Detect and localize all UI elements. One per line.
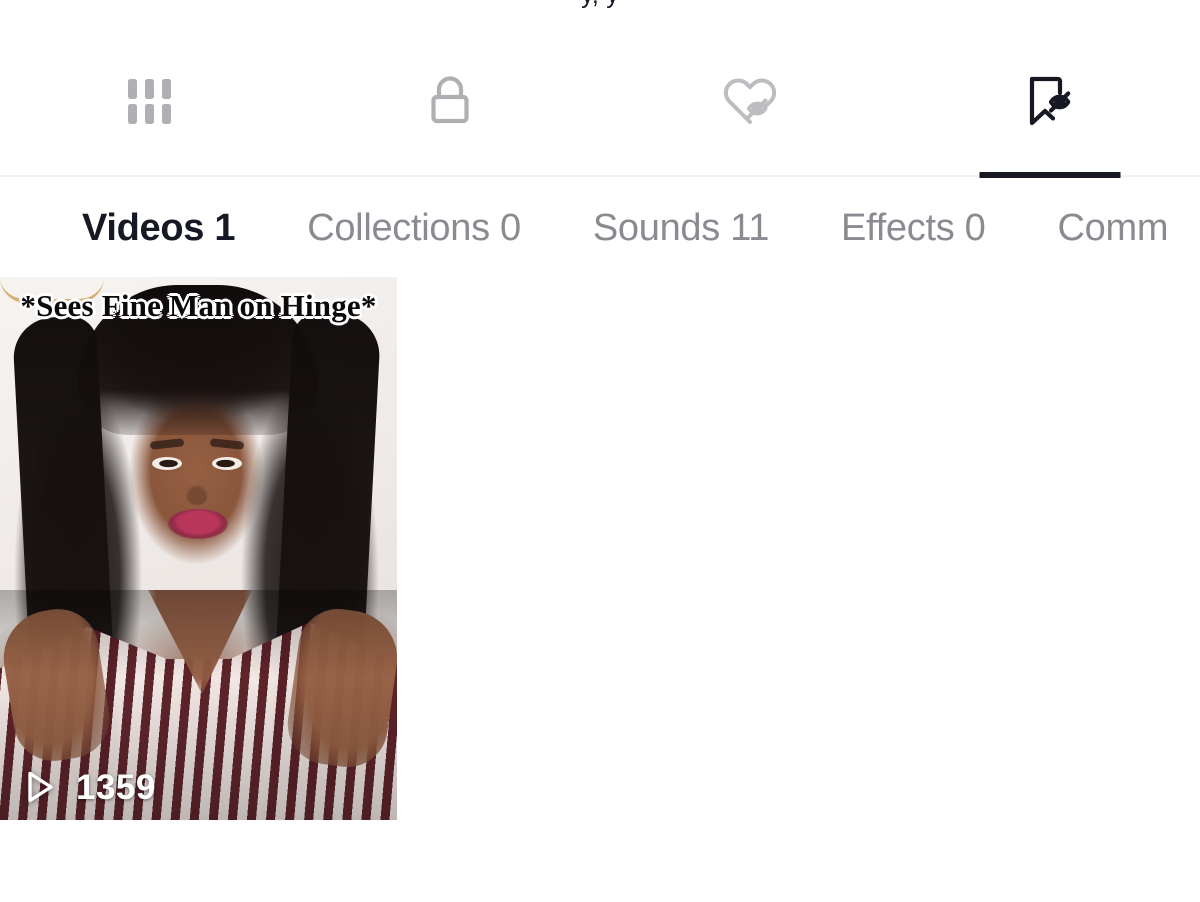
heart-hidden-icon [719,72,781,130]
tab-videos[interactable]: Videos 1 [82,209,236,247]
tab-effects[interactable]: Effects 0 [841,209,986,247]
bookmark-hidden-icon [1019,70,1081,132]
icon-tab-posts[interactable] [0,25,300,176]
thumb-nose [186,485,208,505]
saved-videos-grid: *Sees Fine Man on Hinge* 1359 [0,277,1200,902]
video-thumbnail-image [0,277,397,820]
play-icon [18,766,60,808]
video-caption-overlay: *Sees Fine Man on Hinge* [20,288,377,323]
tiktok-profile-screen: y, y [0,0,1200,902]
grid-icon [122,73,178,129]
lock-icon [421,72,479,130]
video-thumbnail-card[interactable]: *Sees Fine Man on Hinge* 1359 [0,277,397,820]
saved-subtab-row: Videos 1 Collections 0 Sounds 11 Effects… [0,179,1200,277]
icon-tab-private[interactable] [300,25,600,176]
thumb-eye-right [212,457,242,470]
thumb-brow-right [209,438,245,450]
tab-comments[interactable]: Comm [1058,209,1169,247]
active-tab-underline [979,172,1121,178]
thumb-lips [168,509,228,539]
icon-tab-liked[interactable] [600,25,900,176]
play-count-value: 1359 [76,767,156,807]
tab-sounds[interactable]: Sounds 11 [593,209,769,247]
thumb-brow-left [149,438,185,450]
clipped-header-text: y, y [0,0,1200,12]
profile-icon-tabbar [0,25,1200,178]
icon-tab-saved[interactable] [900,25,1200,178]
tab-collections[interactable]: Collections 0 [307,209,521,247]
video-play-count: 1359 [18,766,156,808]
thumb-eye-left [152,457,182,470]
